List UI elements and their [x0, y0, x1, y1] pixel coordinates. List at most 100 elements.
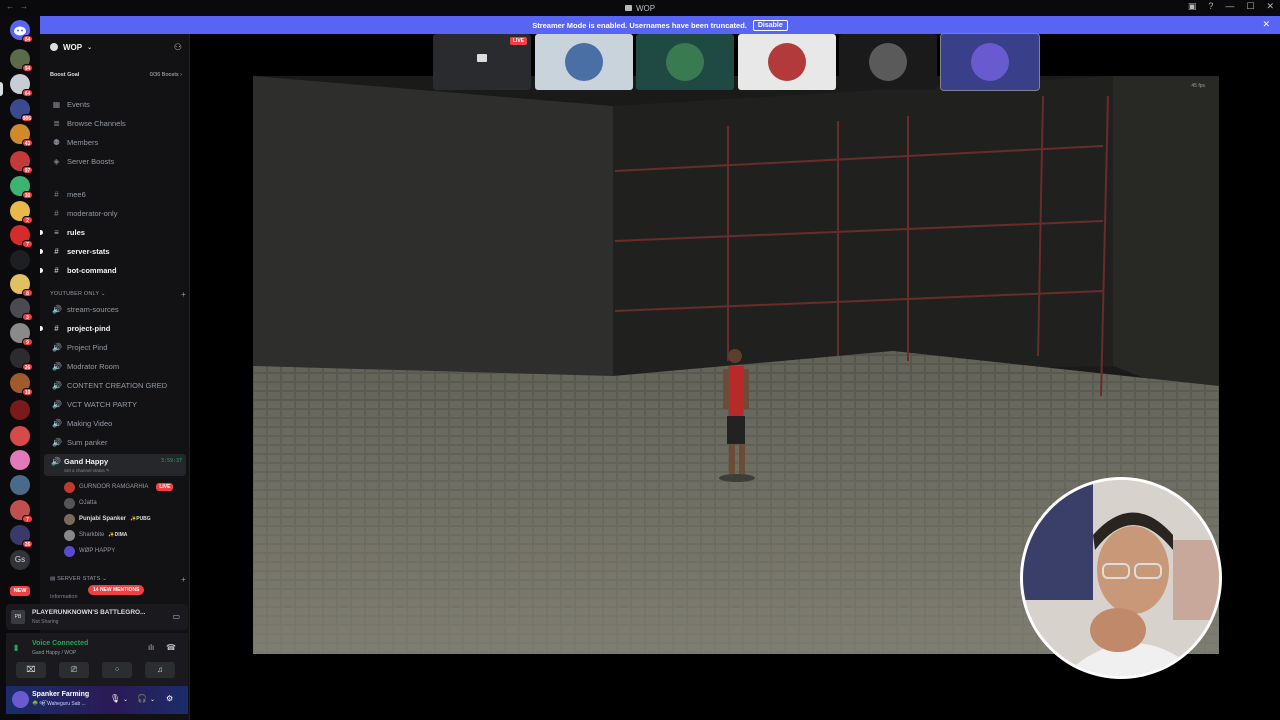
- guild-icon[interactable]: 94: [10, 49, 33, 72]
- nav-item-browse-channels[interactable]: ≣ Browse Channels: [48, 115, 186, 132]
- guild-icon[interactable]: [10, 426, 30, 446]
- guild-icon[interactable]: 3: [10, 298, 33, 321]
- screen-share-button[interactable]: ⎚: [59, 662, 89, 678]
- category-youtuber-text: YOUTUBER ONLY: [50, 291, 100, 297]
- chevron-down-icon[interactable]: ⌄: [150, 696, 155, 703]
- forward-arrow-icon[interactable]: →: [20, 2, 28, 11]
- participant-avatar: [768, 43, 806, 81]
- nav-item-events[interactable]: ▦ Events: [48, 96, 186, 113]
- guild-icon[interactable]: 986: [10, 99, 33, 122]
- channel-mee6[interactable]: # mee6: [48, 186, 186, 203]
- guild-icon[interactable]: 7: [10, 500, 33, 523]
- maximize-icon[interactable]: ☐: [1246, 1, 1254, 12]
- category-information[interactable]: Information: [50, 594, 78, 600]
- help-icon[interactable]: ?: [1208, 1, 1213, 12]
- headphones-icon[interactable]: 🎧: [137, 694, 147, 703]
- boost-goal[interactable]: Boost Goal 0/36 Boosts ›: [46, 68, 186, 82]
- voice-user[interactable]: Punjabi Spanker ✨PUBG: [64, 512, 184, 526]
- channel-content-creation-gred[interactable]: 🔊 CONTENT CREATION GRED: [48, 377, 186, 394]
- voice-user[interactable]: GURNOOR RAMGARHIA LIVE: [64, 480, 184, 494]
- voice-timer: 3:59:37: [160, 458, 182, 464]
- minimize-icon[interactable]: —: [1225, 1, 1234, 12]
- nav-item-members[interactable]: ⚉ Members: [48, 134, 186, 151]
- banner-close-icon[interactable]: ✕: [1262, 19, 1270, 30]
- participant-tile[interactable]: [535, 34, 633, 90]
- guild-gs[interactable]: Gs: [10, 550, 30, 570]
- signal-icon: ▮: [14, 643, 19, 652]
- channel-sum-panker[interactable]: 🔊 Sum panker: [48, 434, 186, 451]
- user-panel: Spanker Farming 🌳 ੴ Waheguru Sab ... 🎙 ⌄…: [6, 686, 188, 714]
- voice-connected-subtitle[interactable]: Gand Happy / WOP: [32, 650, 76, 656]
- noise-suppression-icon[interactable]: ılı: [148, 643, 154, 652]
- back-arrow-icon[interactable]: ←: [6, 2, 14, 11]
- guild-icon[interactable]: [10, 250, 30, 270]
- channel-bot-command[interactable]: # bot-command: [40, 262, 186, 279]
- guild-icon[interactable]: 2: [10, 201, 33, 224]
- home-guild[interactable]: 84: [10, 20, 33, 43]
- guild-icon[interactable]: [10, 475, 30, 495]
- server-header[interactable]: WOP ⌄ ⚇: [40, 34, 190, 60]
- settings-gear-icon[interactable]: ⚙: [166, 694, 173, 703]
- guild-icon[interactable]: 97: [10, 151, 33, 174]
- speaker-icon: 🔊: [51, 457, 61, 466]
- user-name[interactable]: Spanker Farming: [32, 691, 89, 698]
- guild-icon[interactable]: 9: [10, 323, 33, 346]
- disable-button[interactable]: Disable: [752, 19, 788, 31]
- guild-icon[interactable]: [10, 450, 30, 470]
- participant-tile[interactable]: [940, 33, 1040, 91]
- channel-making-video[interactable]: 🔊 Making Video: [48, 415, 186, 432]
- guild-icon[interactable]: 10: [10, 373, 33, 396]
- guild-icon[interactable]: 7: [10, 225, 33, 248]
- channel-status[interactable]: Set a channel status ✎: [64, 468, 110, 474]
- disconnect-icon[interactable]: ☎: [166, 643, 176, 652]
- guild-icon[interactable]: [10, 400, 30, 420]
- camera-off-icon: ⌧: [26, 665, 36, 674]
- channel-server-stats[interactable]: # server-stats: [40, 243, 186, 260]
- category-server-stats[interactable]: ▤ SERVER STATS ⌄ +: [50, 573, 186, 585]
- user-avatar[interactable]: [12, 691, 29, 708]
- channel-moderator-only[interactable]: # moderator-only: [48, 205, 186, 222]
- guild-icon[interactable]: 64: [10, 74, 33, 97]
- share-screen-icon[interactable]: ▭: [172, 612, 180, 621]
- voice-user[interactable]: OJatta: [64, 496, 184, 510]
- invite-user-icon[interactable]: ⚇: [174, 42, 182, 53]
- voice-user[interactable]: Sharkbite ✨DIMA: [64, 528, 184, 542]
- active-voice-channel[interactable]: 🔊 Gand Happy Set a channel status ✎ 3:59…: [44, 454, 186, 476]
- guild-icon[interactable]: 43: [10, 124, 33, 147]
- voice-user[interactable]: WØP HAPPY: [64, 544, 184, 558]
- channel-project-pind[interactable]: # project-pind: [40, 320, 186, 337]
- camera-button[interactable]: ⌧: [16, 662, 46, 678]
- participant-avatar: [565, 43, 603, 81]
- guild-badge: 986: [20, 114, 33, 122]
- close-icon[interactable]: ✕: [1266, 1, 1274, 12]
- category-youtuber-only[interactable]: YOUTUBER ONLY ⌄ +: [50, 288, 186, 300]
- guild-icon[interactable]: 30: [10, 176, 33, 199]
- channel-project-pind[interactable]: 🔊 Project Pind: [48, 339, 186, 356]
- participant-tile[interactable]: [636, 34, 734, 90]
- channel-stream-sources[interactable]: 🔊 stream-sources: [48, 301, 186, 318]
- chevron-down-icon[interactable]: ⌄: [123, 696, 128, 703]
- webcam-bubble[interactable]: [1020, 477, 1222, 679]
- create-channel-icon[interactable]: +: [181, 290, 186, 299]
- soundboard-button[interactable]: ♫: [145, 662, 175, 678]
- channel-modrator-room[interactable]: 🔊 Modrator Room: [48, 358, 186, 375]
- microphone-icon[interactable]: 🎙: [110, 694, 120, 703]
- participant-tile[interactable]: LIVE: [433, 34, 531, 90]
- inbox-icon[interactable]: ▣: [1188, 1, 1197, 12]
- participant-tile[interactable]: [738, 34, 836, 90]
- guild-icon[interactable]: 8: [10, 274, 33, 297]
- activities-button[interactable]: ⁘: [102, 662, 132, 678]
- activity-panel[interactable]: PB PLAYERUNKNOWN'S BATTLEGRO... Not Shar…: [6, 604, 188, 630]
- voice-user-avatar: [64, 529, 75, 541]
- channel-rules[interactable]: ≡ rules: [40, 224, 186, 241]
- participant-tile[interactable]: [839, 34, 937, 90]
- create-channel-icon[interactable]: +: [181, 575, 186, 584]
- channel-vct-watch-party[interactable]: 🔊 VCT WATCH PARTY: [48, 396, 186, 413]
- new-mentions-pill[interactable]: 14 NEW MENTIONS: [88, 585, 145, 595]
- nav-item-server-boosts[interactable]: ◈ Server Boosts: [48, 153, 186, 170]
- hashtag-icon: #: [54, 190, 59, 199]
- guild-icon[interactable]: 26: [10, 348, 33, 371]
- hashtag-icon: #: [54, 266, 59, 275]
- voice-connected-title[interactable]: Voice Connected: [32, 640, 88, 647]
- guild-icon[interactable]: 26: [10, 525, 33, 548]
